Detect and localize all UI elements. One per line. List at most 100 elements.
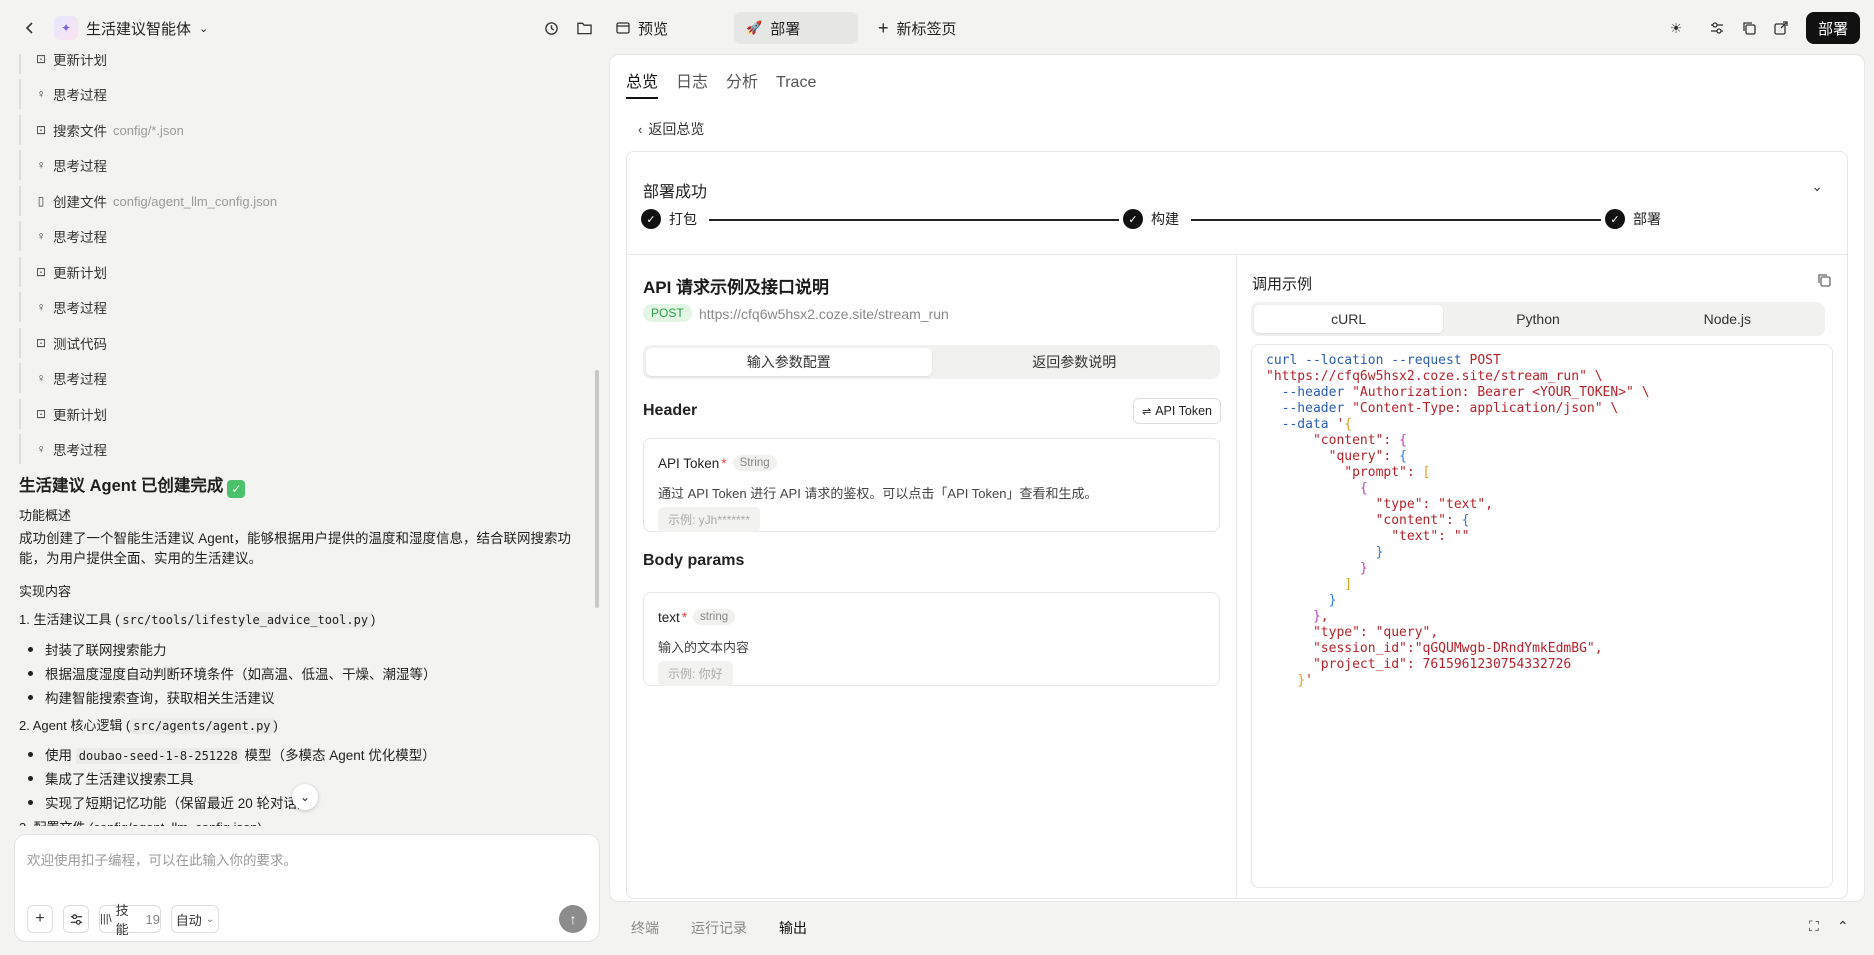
plus-icon: + — [35, 910, 45, 927]
theme-sun-icon[interactable]: ☀ — [1663, 15, 1689, 41]
overview-text: 成功创建了一个智能生活建议 Agent，能够根据用户提供的温度和湿度信息，结合联… — [19, 531, 572, 566]
type-badge: String — [732, 455, 777, 471]
tab-output[interactable]: 输出 — [779, 918, 807, 938]
call-example-title: 调用示例 — [1252, 276, 1313, 293]
chat-input-box[interactable]: 欢迎使用扣子编程，可以在此输入你的要求。 + |||\ 技能 19 自动 ⌄ ↑ — [14, 834, 600, 942]
message-title: 生活建议 Agent 已创建完成 ✓ — [19, 472, 584, 498]
deploy-status: 部署成功 — [643, 184, 708, 201]
body-param-card: text * string 输入的文本内容 示例: 你好 — [643, 592, 1220, 686]
terminal-icon: ⊡ — [35, 407, 47, 421]
collapse-up-icon[interactable]: ⌃ — [1837, 918, 1849, 935]
tab-curl[interactable]: cURL — [1254, 305, 1444, 333]
chat-panel: ⊡ 更新计划 ♀ 思考过程 ⊡ 搜索文件 config/*.json ♀ 思考过程 ▯ 创建… — [0, 54, 608, 955]
back-to-overview-link[interactable]: ‹ 返回总览 — [638, 119, 704, 139]
bulb-icon: ♀ — [36, 442, 46, 456]
settings-sliders-icon[interactable] — [1704, 15, 1730, 41]
body-section-title: Body params — [643, 552, 745, 569]
api-title: API 请求示例及接口说明 — [643, 278, 830, 297]
folder-icon[interactable] — [571, 15, 597, 41]
fullscreen-icon[interactable]: ⛶ — [1809, 918, 1819, 935]
check-icon: ✓ — [641, 209, 661, 229]
copy-icon[interactable] — [1736, 15, 1762, 41]
param-tabs: 输入参数配置 返回参数说明 — [643, 345, 1220, 379]
tools-button[interactable] — [63, 905, 89, 933]
copy-icon[interactable] — [1817, 273, 1831, 290]
step-item[interactable]: ⊡ 更新计划 — [19, 399, 107, 429]
terminal-icon: ⊡ — [35, 265, 47, 279]
language-tabs: cURL Python Node.js — [1251, 302, 1825, 336]
step-item[interactable]: ♀ 思考过程 — [19, 221, 107, 251]
stage-build: ✓ 构建 — [1123, 209, 1179, 229]
tab-overview[interactable]: 总览 — [626, 67, 659, 99]
tab-new[interactable]: + 新标签页 — [866, 12, 969, 44]
item2-title: 2. Agent 核心逻辑 (src/agents/agent.py) — [19, 718, 278, 734]
arrow-up-icon: ↑ — [569, 911, 577, 927]
skills-button[interactable]: |||\ 技能 19 — [99, 903, 161, 937]
project-name: 生活建议智能体 — [86, 20, 192, 38]
send-button[interactable]: ↑ — [559, 905, 587, 933]
bulb-icon: ♀ — [36, 371, 46, 385]
sliders-icon — [70, 913, 82, 925]
item1-title: 1. 生活建议工具 (src/tools/lifestyle_advice_to… — [19, 612, 376, 628]
param-name: text * string — [658, 609, 736, 625]
tab-deploy-label: 部署 — [770, 20, 801, 38]
tab-run-history[interactable]: 运行记录 — [691, 918, 747, 938]
step-item[interactable]: ⊡ 更新计划 — [19, 257, 107, 287]
window-icon — [616, 22, 630, 34]
step-item[interactable]: ▯ 创建文件 config/agent_llm_config.json — [19, 186, 277, 216]
step-item[interactable]: ♀ 思考过程 — [19, 434, 107, 464]
progress-line — [1191, 219, 1601, 221]
code-block[interactable]: curl --location --request POST "https://… — [1251, 344, 1833, 888]
chevron-down-icon: ⌄ — [205, 913, 215, 925]
item3-title: 3. 配置文件 (config/agent_llm_config.json) — [19, 817, 584, 826]
tab-terminal[interactable]: 终端 — [631, 918, 659, 938]
tab-input-params[interactable]: 输入参数配置 — [646, 348, 932, 376]
check-mark-icon: ✓ — [227, 480, 246, 498]
tab-analysis[interactable]: 分析 — [726, 67, 758, 99]
divider — [1236, 255, 1237, 898]
header-section-title: Header — [643, 402, 698, 419]
type-badge: string — [693, 609, 736, 625]
history-icon[interactable] — [538, 15, 564, 41]
mode-select[interactable]: 自动 ⌄ — [171, 905, 219, 933]
chevron-down-icon: ⌄ — [199, 22, 209, 35]
project-selector[interactable]: ✦ 生活建议智能体 ⌄ — [54, 15, 208, 41]
tab-logs[interactable]: 日志 — [676, 67, 708, 99]
step-item[interactable]: ⊡ 搜索文件 config/*.json — [19, 115, 184, 145]
scroll-down-button[interactable]: ⌄ — [292, 784, 318, 810]
tab-trace[interactable]: Trace — [776, 67, 816, 99]
tab-preview[interactable]: 预览 — [604, 12, 680, 44]
chat-input-placeholder[interactable]: 欢迎使用扣子编程，可以在此输入你的要求。 — [27, 849, 297, 869]
step-item[interactable]: ♀ 思考过程 — [19, 150, 107, 180]
api-token-button[interactable]: ⇌ API Token — [1133, 398, 1221, 424]
overview-heading: 功能概述 — [19, 508, 72, 523]
list-item: 封装了联网搜索能力 — [28, 639, 167, 659]
chat-scroll-area[interactable]: ⊡ 更新计划 ♀ 思考过程 ⊡ 搜索文件 config/*.json ♀ 思考过程 ▯ 创建… — [0, 54, 600, 826]
bulb-icon: ♀ — [36, 158, 46, 172]
tab-deploy[interactable]: 🚀 部署 — [734, 12, 858, 44]
chevron-down-icon: ⌄ — [299, 790, 311, 804]
plan-icon: ⊡ — [35, 54, 47, 66]
panel-tabs: 总览 日志 分析 Trace — [626, 67, 834, 99]
tab-python[interactable]: Python — [1443, 305, 1632, 333]
deploy-button[interactable]: 部署 — [1806, 12, 1860, 44]
api-url[interactable]: https://cfq6w5hsx2.coze.site/stream_run — [699, 306, 949, 322]
progress-line — [709, 219, 1119, 221]
tab-new-label: 新标签页 — [896, 20, 957, 38]
chevron-down-icon[interactable]: ⌄ — [1811, 178, 1823, 195]
back-icon[interactable] — [20, 18, 40, 38]
step-item[interactable]: ♀ 思考过程 — [19, 363, 107, 393]
check-icon: ✓ — [1605, 209, 1625, 229]
tab-nodejs[interactable]: Node.js — [1633, 305, 1822, 333]
add-button[interactable]: + — [27, 905, 53, 933]
method-badge: POST — [643, 304, 692, 322]
step-item[interactable]: ⊡ 更新计划 — [19, 54, 107, 74]
list-item: 根据温度湿度自动判断环境条件（如高温、低温、干燥、潮湿等） — [28, 663, 437, 683]
tab-return-params[interactable]: 返回参数说明 — [932, 348, 1218, 376]
step-item[interactable]: ♀ 思考过程 — [19, 292, 107, 322]
list-item: 实现了短期记忆功能（保留最近 20 轮对话） — [28, 792, 311, 812]
chat-scrollbar[interactable] — [595, 370, 599, 608]
open-external-icon[interactable] — [1768, 15, 1794, 41]
step-item[interactable]: ⊡ 测试代码 — [19, 328, 107, 358]
step-item[interactable]: ♀ 思考过程 — [19, 79, 107, 109]
